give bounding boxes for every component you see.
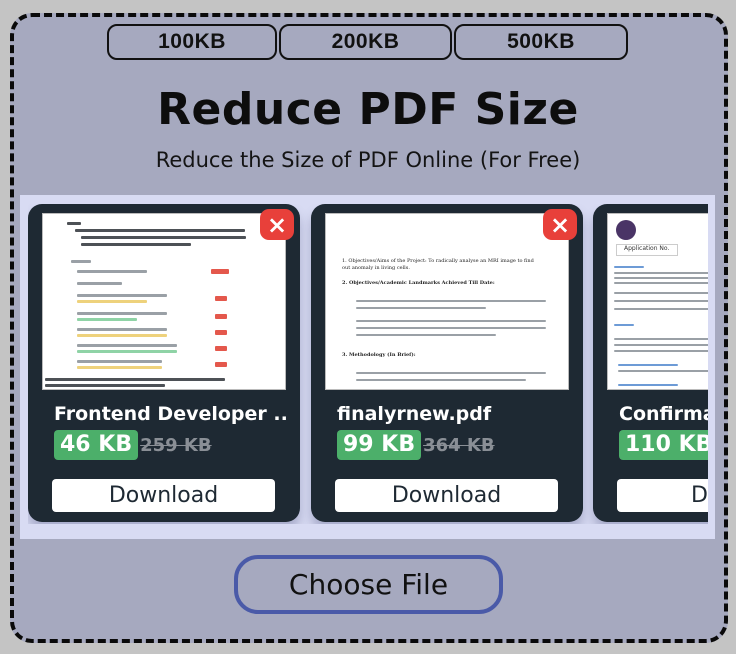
pdf-thumbnail — [42, 213, 286, 390]
remove-file-button[interactable]: × — [543, 209, 577, 240]
page-subtitle: Reduce the Size of PDF Online (For Free) — [155, 148, 581, 172]
remove-file-button[interactable]: × — [260, 209, 294, 240]
file-name: Confirma — [619, 403, 708, 425]
thumb-item: 1. Objectives/Aims of the Project: To ra… — [342, 258, 534, 271]
pdf-thumbnail: 1. Objectives/Aims of the Project: To ra… — [325, 213, 569, 390]
file-sizes: 46 KB 259 KB — [54, 430, 212, 460]
file-name: Frontend Developer ... — [54, 403, 289, 425]
compressed-size-badge: 99 KB — [337, 430, 422, 460]
download-button[interactable]: Download — [335, 479, 558, 512]
preset-200kb-button[interactable]: 200KB — [279, 24, 452, 60]
close-icon: × — [549, 210, 571, 239]
close-icon: × — [266, 210, 288, 239]
file-card: Application No. Confirma 110 KB D — [593, 204, 708, 522]
file-name: finalyrnew.pdf — [337, 403, 492, 425]
application-label: Application No. — [624, 245, 670, 252]
download-button[interactable]: Dov — [617, 479, 708, 512]
thumb-item: 2. Objectives/Academic Landmarks Achieve… — [342, 280, 495, 286]
file-sizes: 110 KB — [619, 430, 708, 460]
page-title: Reduce PDF Size — [157, 84, 579, 135]
pdf-thumbnail: Application No. — [607, 213, 708, 390]
file-list-scroller[interactable]: × Frontend Developer ... 46 KB 259 KB Do… — [20, 195, 715, 539]
file-cards: × Frontend Developer ... 46 KB 259 KB Do… — [28, 204, 708, 524]
file-sizes: 99 KB 364 KB — [337, 430, 495, 460]
preset-500kb-button[interactable]: 500KB — [454, 24, 628, 60]
original-size: 259 KB — [140, 434, 212, 456]
compressed-size-badge: 110 KB — [619, 430, 708, 460]
original-size: 364 KB — [423, 434, 495, 456]
size-presets: 100KB 200KB 500KB — [107, 24, 628, 60]
file-card: 1. Objectives/Aims of the Project: To ra… — [311, 204, 583, 522]
thumb-item: 3. Methodology (In Brief): — [342, 352, 416, 358]
emblem-icon — [616, 220, 636, 240]
choose-file-button[interactable]: Choose File — [234, 555, 503, 614]
file-card: × Frontend Developer ... 46 KB 259 KB Do… — [28, 204, 300, 522]
compressed-size-badge: 46 KB — [54, 430, 139, 460]
download-button[interactable]: Download — [52, 479, 275, 512]
preset-100kb-button[interactable]: 100KB — [107, 24, 277, 60]
